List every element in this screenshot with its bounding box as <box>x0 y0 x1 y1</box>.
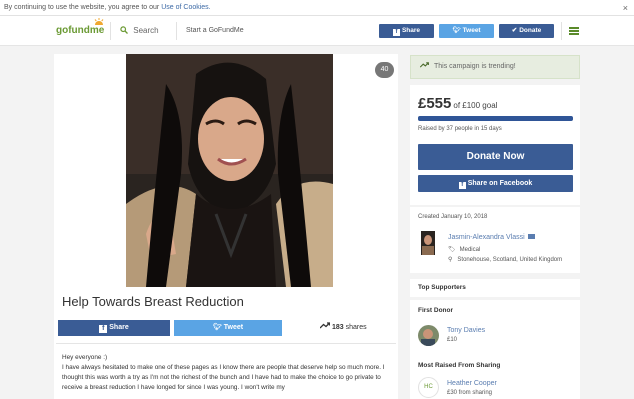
cookie-notice: By continuing to use the website, you ag… <box>0 0 634 16</box>
site-header: gofundme Search Start a GoFundMe f Share … <box>0 16 634 46</box>
share-facebook-label: Share on Facebook <box>467 180 533 187</box>
header-divider <box>176 22 177 40</box>
logo-text: gofundme <box>56 25 105 36</box>
share-on-facebook-button[interactable]: f Share on Facebook <box>418 175 573 192</box>
campaign-photo-image <box>126 54 333 287</box>
close-icon[interactable]: × <box>623 0 628 16</box>
sharer-avatar: HC <box>418 377 439 398</box>
share-count-number: 183 <box>332 324 344 331</box>
amount-value: £555 <box>418 95 452 112</box>
progress-bar <box>418 116 573 121</box>
raised-by-text: Raised by 37 people in 15 days <box>418 126 502 132</box>
first-donor-name[interactable]: Tony Davies <box>447 327 485 334</box>
campaign-photo <box>126 54 333 287</box>
start-gofundme-link[interactable]: Start a GoFundMe <box>186 27 244 34</box>
header-divider <box>561 22 562 40</box>
trending-text: This campaign is trending! <box>434 63 516 70</box>
facebook-icon: f <box>99 325 108 333</box>
search-button[interactable]: Search <box>120 26 159 35</box>
location-pin-icon: ⚲ <box>448 257 453 263</box>
tweet-label: Tweet <box>223 324 244 331</box>
facebook-icon: f <box>458 182 466 189</box>
donate-label: Donate <box>519 27 542 34</box>
amount-raised: £555 of £100 goal <box>418 95 497 112</box>
organizer-panel: Created January 10, 2018 Jasmin-Alexandr… <box>410 207 580 273</box>
hamburger-menu-icon[interactable] <box>569 27 579 35</box>
donor-avatar <box>418 325 439 346</box>
sharer-amount: £30 from sharing <box>447 390 493 396</box>
campaign-share-button[interactable]: f Share <box>58 320 170 336</box>
header-donate-button[interactable]: ✔ Donate <box>499 24 554 38</box>
top-supporters-heading: Top Supporters <box>410 279 580 297</box>
share-count-label: shares <box>345 324 367 331</box>
donation-panel: £555 of £100 goal Raised by 37 people in … <box>410 85 580 205</box>
cookie-policy-link[interactable]: Use of Cookies. <box>161 4 210 11</box>
gofundme-logo[interactable]: gofundme <box>56 18 105 36</box>
progress-fill <box>418 116 573 121</box>
campaign-tweet-button[interactable]: 🐦︎ Tweet <box>174 320 282 336</box>
tweet-label: Tweet <box>462 27 481 34</box>
organizer-category: 🏷︎ Medical <box>448 246 480 253</box>
created-date: Created January 10, 2018 <box>418 214 488 220</box>
share-count: 183 shares <box>319 322 367 331</box>
trending-icon <box>419 62 429 68</box>
sharer-name[interactable]: Heather Cooper <box>447 380 497 387</box>
most-raised-label: Most Raised From Sharing <box>418 362 501 369</box>
share-label: Share <box>401 27 421 34</box>
email-icon[interactable] <box>527 234 535 239</box>
header-share-button[interactable]: f Share <box>379 24 434 38</box>
supporters-panel: First Donor Tony Davies £10 Most Raised … <box>410 300 580 399</box>
location-text: Stonehouse, Scotland, United Kingdom <box>457 257 563 263</box>
organizer-name-text: Jasmin-Alexandra Vlassi <box>448 234 525 241</box>
campaign-title: Help Towards Breast Reduction <box>62 294 244 309</box>
header-tweet-button[interactable]: 🐦︎ Tweet <box>439 24 494 38</box>
story-paragraph: Hey everyone :) <box>62 354 108 361</box>
organizer-avatar-image <box>421 231 435 255</box>
tag-icon: 🏷︎ <box>448 247 456 253</box>
twitter-icon: 🐦︎ <box>452 27 461 34</box>
twitter-icon: 🐦︎ <box>212 324 222 331</box>
first-donor-amount: £10 <box>447 337 458 343</box>
organizer-name[interactable]: Jasmin-Alexandra Vlassi <box>448 234 535 241</box>
trending-icon <box>319 322 331 329</box>
share-label: Share <box>109 324 129 331</box>
campaign-story: Hey everyone :) I have always hesitated … <box>62 353 396 393</box>
story-paragraph: I have always hesitated to make one of t… <box>62 364 385 391</box>
cookie-text: By continuing to use the website, you ag… <box>4 4 160 11</box>
donate-now-button[interactable]: Donate Now <box>418 144 573 170</box>
organizer-location: ⚲ Stonehouse, Scotland, United Kingdom <box>448 256 562 263</box>
search-icon <box>120 26 128 34</box>
organizer-avatar[interactable] <box>421 231 435 255</box>
trending-banner: This campaign is trending! <box>410 55 580 79</box>
checkmark-icon: ✔ <box>511 27 518 34</box>
donor-avatar-image <box>418 325 439 346</box>
first-donor-label: First Donor <box>418 307 454 314</box>
divider <box>56 343 396 344</box>
category-text: Medical <box>459 247 481 253</box>
header-divider <box>110 22 111 40</box>
goal-text: of £100 goal <box>453 101 498 110</box>
search-label: Search <box>133 26 159 35</box>
facebook-icon: f <box>392 29 400 36</box>
heart-count-badge[interactable]: 40 <box>375 62 394 78</box>
sunburst-icon <box>94 18 104 25</box>
